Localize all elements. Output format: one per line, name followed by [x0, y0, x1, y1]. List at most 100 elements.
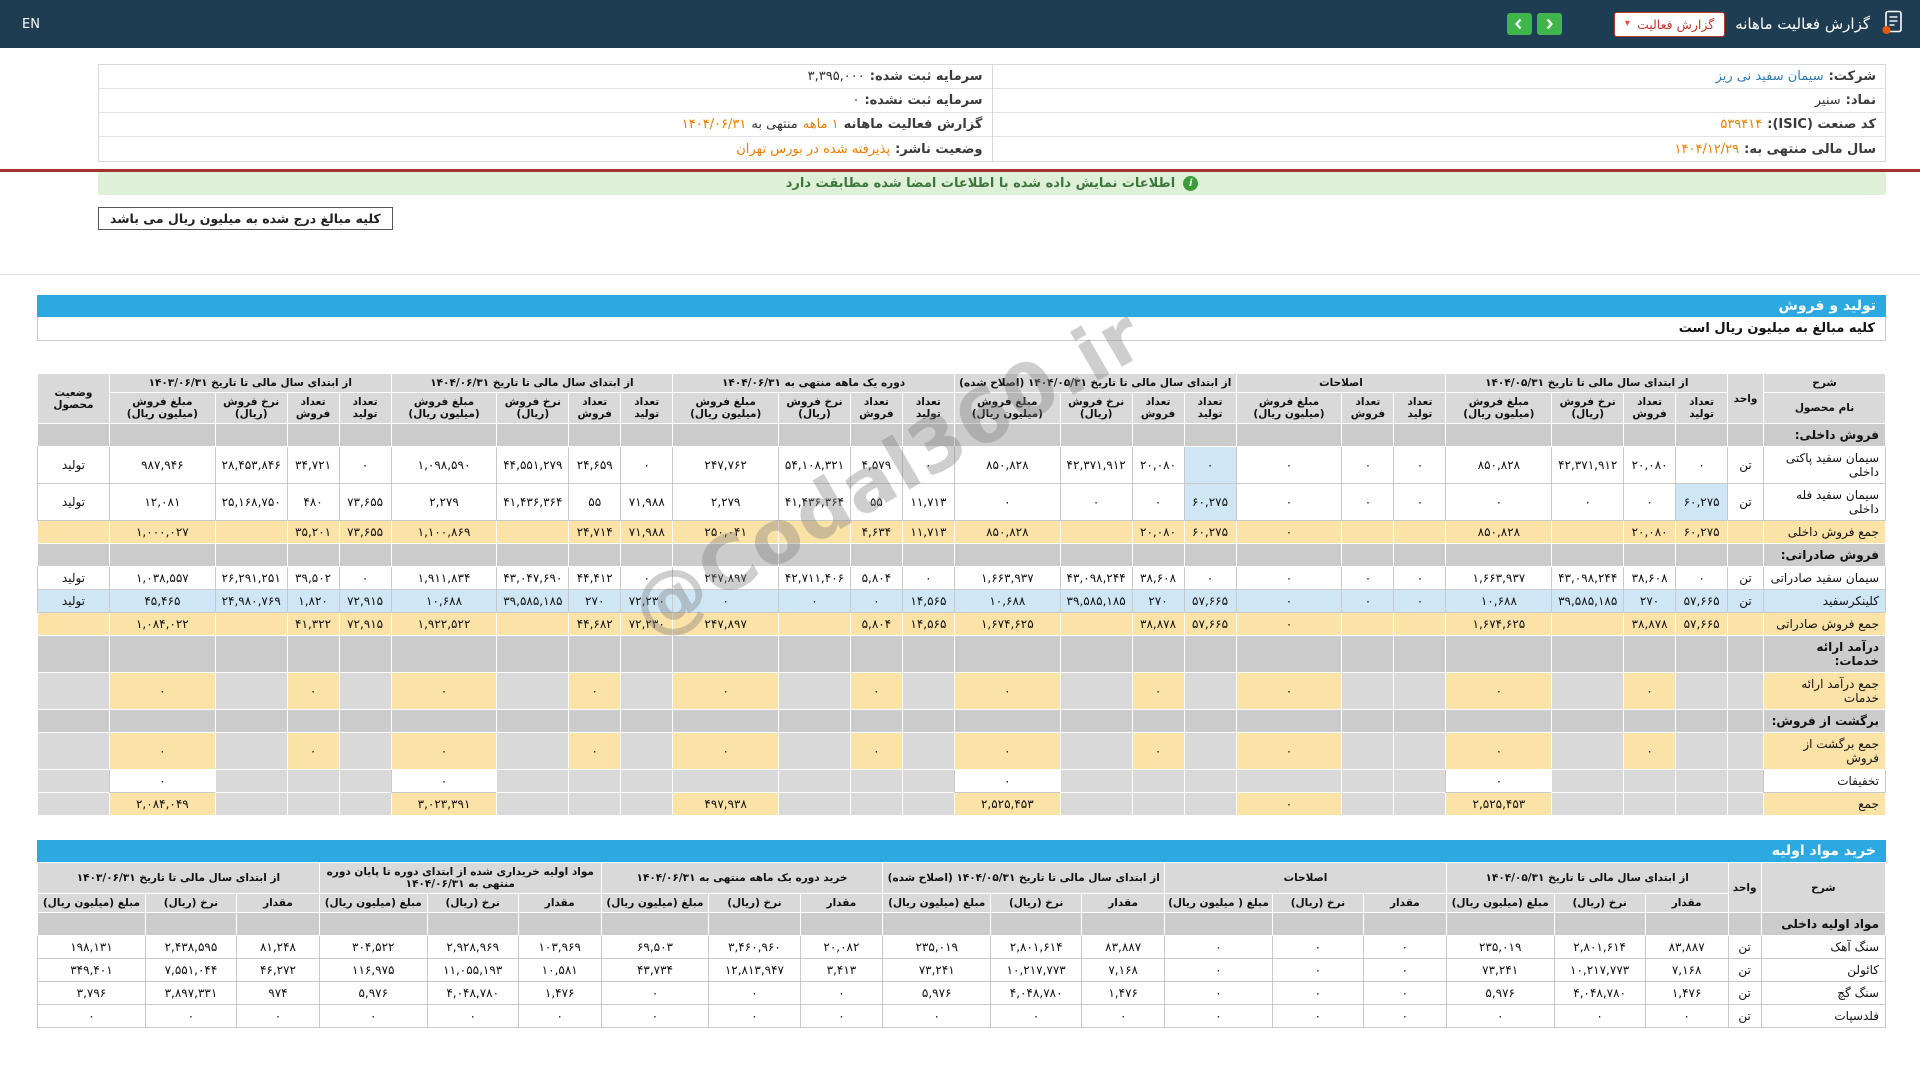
value-cell: ۷۱,۹۸۸ [620, 483, 674, 521]
column-group-header: از ابتدای سال مالی تا تاریخ ۱۴۰۳/۰۶/۳۱ [37, 862, 320, 894]
value-cell: ۳۴,۷۲۱ [286, 446, 340, 484]
table-row: سنگ آهک تن ۸۳,۸۸۷ ۲,۸۰۱,۶۱۴ ۲۳۵,۰۱۹ ۰ ۰ ۰ ۸۳,۸۸۷… [37, 935, 1887, 959]
column-header: واحد [1727, 373, 1764, 424]
unit-cell [1727, 792, 1764, 816]
column-header: تعداد فروش [1341, 392, 1395, 424]
value-cell: ۱۴,۵۶۵ [901, 612, 955, 636]
empty-cell [901, 709, 955, 733]
section-divider [0, 274, 1920, 275]
value-cell: ۱۰,۶۸۸ [953, 589, 1061, 613]
value-cell: ۱۱,۷۱۳ [901, 483, 955, 521]
empty-cell [620, 635, 674, 673]
value-cell: ۰ [901, 566, 955, 590]
value-cell: ۷۳,۲۴۱ [1445, 958, 1555, 982]
value-cell [1183, 769, 1237, 793]
value-cell: ۲۳۵,۰۱۹ [882, 935, 992, 959]
value-cell: ۳,۷۹۶ [37, 981, 146, 1005]
empty-cell [568, 709, 622, 733]
empty-cell [600, 912, 710, 936]
value-cell: ۱,۰۸۴,۰۲۲ [108, 612, 216, 636]
status-cell: تولید [37, 566, 110, 590]
value-cell [214, 769, 288, 793]
unit-cell: تن [1727, 935, 1762, 959]
sales-section-note: کلیه مبالغ به میلیون ریال است [37, 317, 1886, 341]
table-row: تخفیفات ۰ ۰ ۰ ۰ [37, 769, 1887, 793]
value-cell: ۰ [849, 672, 903, 710]
info-value[interactable]: سیمان سفید نی ریز [1716, 69, 1824, 84]
empty-cell [286, 635, 340, 673]
value-cell: ۰ [1393, 483, 1447, 521]
value-cell [1393, 792, 1447, 816]
value-cell [1551, 612, 1625, 636]
value-cell [1551, 520, 1625, 544]
value-cell: ۰ [901, 446, 955, 484]
unit-cell [1727, 612, 1764, 636]
value-cell: ۱۰,۵۸۱ [517, 958, 602, 982]
company-info-left: سرمایه ثبت شده: ۳,۳۹۵,۰۰۰ سرمایه ثبت نشده:… [99, 65, 992, 161]
empty-cell [144, 912, 238, 936]
value-cell: ۰ [849, 732, 903, 770]
value-cell: ۱,۰۹۸,۵۹۰ [390, 446, 498, 484]
empty-cell [1131, 423, 1185, 447]
group-header-row: شرح واحد از ابتدای سال مالی تا تاریخ ۱۴۰۴/… [37, 862, 1887, 913]
info-value: ۱۴۰۴/۰۶/۳۱ [681, 117, 747, 132]
empty-cell [1445, 709, 1553, 733]
value-cell: ۰ [672, 732, 780, 770]
value-cell [1623, 769, 1677, 793]
table-row: سیمان سفید فله داخلی تن ۶۰,۲۷۵ ۰ ۰ ۰ ۰ ۰ ۰ ۶۰,۲۷۵… [37, 483, 1887, 521]
value-cell: ۰ [600, 981, 710, 1005]
value-cell [1183, 732, 1237, 770]
prev-report-button[interactable] [1536, 13, 1562, 35]
value-cell: ۴,۰۴۸,۷۸۰ [426, 981, 519, 1005]
column-header: مبلغ (میلیون ریال) [600, 893, 710, 913]
value-cell: ۰ [568, 732, 622, 770]
value-cell: ۲,۹۲۸,۹۶۹ [426, 935, 519, 959]
value-cell [849, 769, 903, 793]
unit-cell [1727, 732, 1764, 770]
value-cell: ۸۱,۲۴۸ [236, 935, 320, 959]
empty-cell [517, 912, 602, 936]
value-cell: ۰ [1235, 589, 1343, 613]
value-cell [286, 769, 340, 793]
empty-cell [1551, 543, 1625, 567]
empty-cell [568, 423, 622, 447]
value-cell: ۰ [1623, 483, 1677, 521]
empty-cell [568, 543, 622, 567]
column-group-header: از ابتدای سال مالی تا تاریخ ۱۴۰۴/۰۵/۳۱ [1445, 373, 1729, 393]
value-cell: ۰ [1393, 589, 1447, 613]
empty-cell [1675, 635, 1729, 673]
status-cell [37, 769, 110, 793]
value-cell: ۲۶,۲۹۱,۲۵۱ [214, 566, 288, 590]
value-cell: ۰ [620, 446, 674, 484]
info-value: پذیرفته شده در بورس تهران [736, 141, 891, 157]
value-cell [214, 732, 288, 770]
column-header: مبلغ (میلیون ریال) [882, 893, 992, 913]
language-switch[interactable]: EN [14, 17, 48, 32]
next-report-button[interactable] [1506, 13, 1532, 35]
value-cell: ۳,۰۲۳,۳۹۱ [390, 792, 498, 816]
column-group-header: دوره یک ماهه منتهی به ۱۴۰۴/۰۶/۳۱ [672, 373, 955, 393]
value-cell: ۰ [1131, 732, 1185, 770]
empty-cell [901, 635, 955, 673]
value-cell: ۴۲,۳۷۱,۹۱۲ [1551, 446, 1625, 484]
value-cell: ۲۸,۴۵۳,۸۴۶ [214, 446, 288, 484]
report-type-button[interactable]: گزارش فعالیت ▾ [1613, 11, 1726, 37]
value-cell: ۸۳,۸۸۷ [1081, 935, 1166, 959]
info-value: ۵۳۹۴۱۴ [1720, 117, 1763, 132]
empty-cell [496, 423, 570, 447]
value-cell [901, 732, 955, 770]
info-row: نماد: سنیر [992, 89, 1885, 113]
value-cell: ۳,۴۱۳ [799, 958, 884, 982]
column-group-header: از ابتدای سال مالی تا تاریخ ۱۴۰۴/۰۵/۳۱ (… [953, 373, 1237, 393]
value-cell: ۰ [108, 769, 216, 793]
value-cell: ۴۱,۳۲۲ [286, 612, 340, 636]
empty-cell [901, 543, 955, 567]
value-cell [1393, 769, 1447, 793]
value-cell [1551, 732, 1625, 770]
materials-table: شرح واحد از ابتدای سال مالی تا تاریخ ۱۴۰۴/… [37, 862, 1887, 1028]
value-cell: ۱,۶۶۳,۹۳۷ [953, 566, 1061, 590]
value-cell [1393, 732, 1447, 770]
signature-match-banner: i اطلاعات نمایش داده شده با اطلاعات امضا… [98, 172, 1886, 195]
column-header: تعداد تولید [901, 392, 955, 424]
value-cell: ۱,۴۷۶ [1081, 981, 1166, 1005]
